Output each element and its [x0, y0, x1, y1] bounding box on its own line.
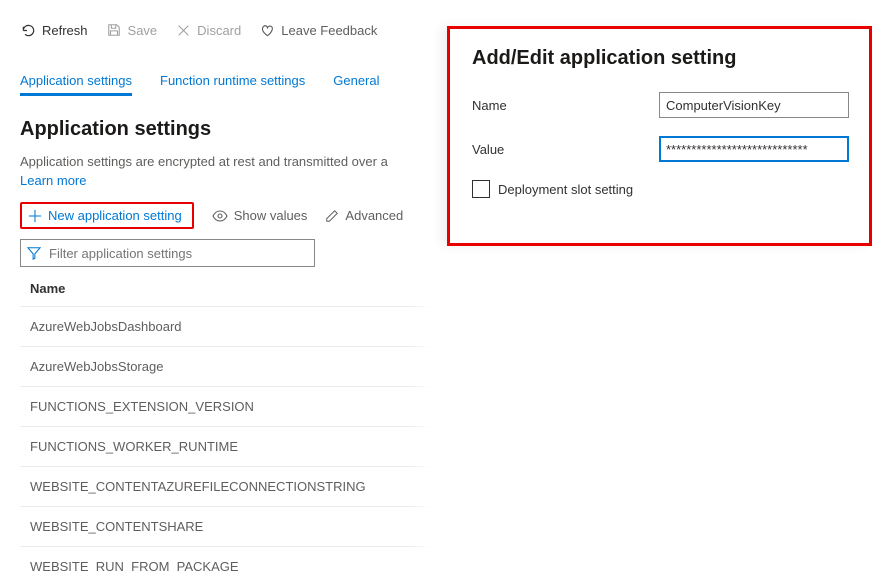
- refresh-icon: [20, 22, 36, 38]
- tab-function-runtime[interactable]: Function runtime settings: [160, 73, 305, 96]
- deployment-slot-label: Deployment slot setting: [498, 182, 633, 197]
- panel-value-input[interactable]: [659, 136, 849, 162]
- feedback-label: Leave Feedback: [281, 23, 377, 38]
- heart-icon: [259, 22, 275, 38]
- new-setting-label: New application setting: [48, 208, 182, 223]
- advanced-edit-button[interactable]: Advanced: [325, 208, 403, 223]
- new-application-setting-button[interactable]: New application setting: [20, 202, 194, 229]
- section-description: Application settings are encrypted at re…: [20, 153, 440, 171]
- filter-box[interactable]: [20, 239, 315, 267]
- panel-name-row: Name: [472, 92, 849, 118]
- filter-icon: [27, 246, 41, 260]
- close-icon: [175, 22, 191, 38]
- table-row[interactable]: WEBSITE_CONTENTSHARE: [20, 506, 872, 546]
- show-values-button[interactable]: Show values: [212, 208, 308, 223]
- discard-button[interactable]: Discard: [175, 22, 241, 38]
- add-edit-setting-panel: Add/Edit application setting Name Value …: [447, 26, 872, 246]
- table-row[interactable]: WEBSITE_RUN_FROM_PACKAGE: [20, 546, 872, 571]
- show-values-label: Show values: [234, 208, 308, 223]
- panel-name-label: Name: [472, 98, 659, 113]
- refresh-label: Refresh: [42, 23, 88, 38]
- refresh-button[interactable]: Refresh: [20, 22, 88, 38]
- advanced-label: Advanced: [345, 208, 403, 223]
- save-button[interactable]: Save: [106, 22, 158, 38]
- plus-icon: [28, 209, 42, 223]
- eye-icon: [212, 209, 228, 223]
- table-row[interactable]: FUNCTIONS_WORKER_RUNTIME: [20, 426, 872, 466]
- save-label: Save: [128, 23, 158, 38]
- discard-label: Discard: [197, 23, 241, 38]
- panel-title: Add/Edit application setting: [472, 47, 849, 70]
- filter-input[interactable]: [47, 245, 308, 262]
- table-row[interactable]: AzureWebJobsDashboard: [20, 306, 872, 346]
- feedback-button[interactable]: Leave Feedback: [259, 22, 377, 38]
- panel-name-input[interactable]: [659, 92, 849, 118]
- tab-general[interactable]: General: [333, 73, 379, 96]
- table-header-name: Name: [20, 267, 872, 306]
- deployment-slot-checkbox[interactable]: [472, 180, 490, 198]
- settings-table-body: AzureWebJobsDashboardAzureWebJobsStorage…: [20, 306, 872, 571]
- panel-value-row: Value: [472, 136, 849, 162]
- deployment-slot-row: Deployment slot setting: [472, 180, 849, 198]
- pencil-icon: [325, 209, 339, 223]
- table-row[interactable]: FUNCTIONS_EXTENSION_VERSION: [20, 386, 872, 426]
- save-icon: [106, 22, 122, 38]
- table-row[interactable]: AzureWebJobsStorage: [20, 346, 872, 386]
- tab-application-settings[interactable]: Application settings: [20, 73, 132, 96]
- app-root: Refresh Save Discard Leave Feedback Appl…: [0, 0, 872, 571]
- table-row[interactable]: WEBSITE_CONTENTAZUREFILECONNECTIONSTRING: [20, 466, 872, 506]
- panel-value-label: Value: [472, 142, 659, 157]
